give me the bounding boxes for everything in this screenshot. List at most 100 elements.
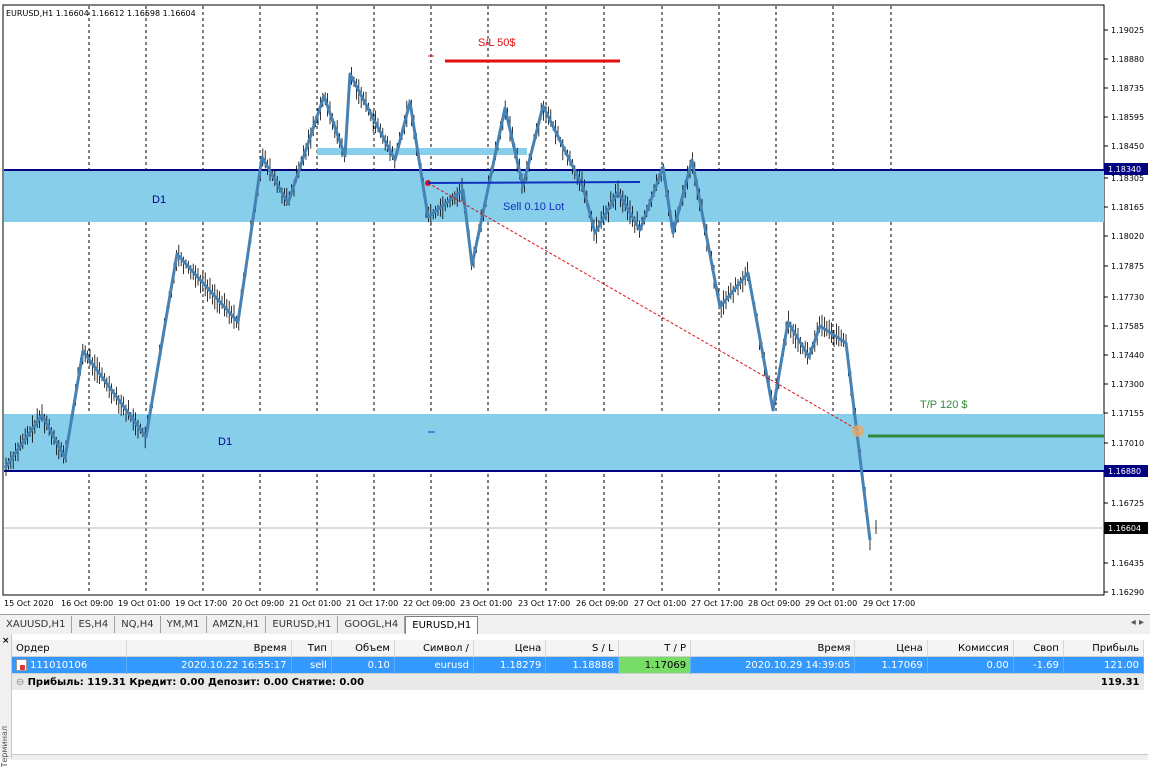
zone-lower-label: D1: [218, 436, 232, 448]
price-tick-label: 1.18880: [1111, 55, 1144, 64]
profit: 121.00: [1063, 656, 1145, 674]
time-tick-label: 19 Oct 17:00: [175, 599, 227, 608]
marker-lower: 1.16880: [1108, 467, 1141, 476]
column-header[interactable]: Время: [690, 640, 856, 657]
column-header[interactable]: Цена: [854, 640, 928, 657]
tab-googl-h4[interactable]: GOOGL,H4: [338, 616, 406, 633]
time-tick-label: 27 Oct 17:00: [691, 599, 743, 608]
order-sl: 1.18888: [545, 656, 619, 674]
column-header[interactable]: Символ /: [394, 640, 474, 657]
chart-header: EURUSD,H1 1.16604 1.16612 1.16598 1.1660…: [6, 9, 196, 18]
terminal-side-label: Терминал: [0, 726, 9, 767]
column-header[interactable]: T / P: [618, 640, 692, 657]
tab-xauusd-h1[interactable]: XAUUSD,H1: [0, 616, 73, 633]
orders-header: Ордер Время Тип Объем Символ / Цена S / LT / P…: [12, 640, 1145, 657]
price-tick-label: 1.18595: [1111, 113, 1144, 122]
column-header[interactable]: S / L: [545, 640, 619, 657]
time-tick-label: 29 Oct 17:00: [863, 599, 915, 608]
column-header[interactable]: Своп: [1013, 640, 1064, 657]
open-time: 2020.10.22 16:55:17: [126, 656, 292, 674]
price-tick-label: 1.18165: [1111, 203, 1144, 212]
price-tick-label: 1.18450: [1111, 142, 1144, 151]
tab-ym-m1[interactable]: YM,M1: [161, 616, 207, 633]
sl-label: S/L 50$: [478, 37, 516, 49]
time-tick-label: 26 Oct 09:00: [576, 599, 628, 608]
time-tick-label: 23 Oct 01:00: [460, 599, 512, 608]
zone-lower: [4, 414, 1104, 470]
time-tick-label: 23 Oct 17:00: [518, 599, 570, 608]
order-id: 111010106: [30, 660, 88, 671]
tab-nq-h4[interactable]: NQ,H4: [115, 616, 161, 633]
tab-eurusd-h1[interactable]: EURUSD,H1: [266, 616, 339, 633]
price-tick-label: 1.17300: [1111, 380, 1144, 389]
terminal-sidebar: × Терминал: [0, 634, 12, 767]
tab-eurusd-h1[interactable]: EURUSD,H1: [405, 615, 479, 635]
order-id-cell[interactable]: 111010106: [12, 656, 128, 674]
tab-amzn-h1[interactable]: AMZN,H1: [207, 616, 267, 633]
time-tick-label: 20 Oct 09:00: [232, 599, 284, 608]
price-tick-label: 1.16290: [1111, 588, 1144, 597]
summary-row: ⊖ Прибыль: 119.31 Кредит: 0.00 Депозит: …: [12, 673, 1144, 690]
time-tick-label: 28 Oct 09:00: [748, 599, 800, 608]
column-header[interactable]: Ордер: [12, 640, 128, 657]
column-header[interactable]: Объем: [331, 640, 395, 657]
summary-icon: ⊖: [16, 676, 28, 688]
column-header[interactable]: Время: [126, 640, 292, 657]
tp-label: T/P 120 $: [920, 399, 968, 411]
exit-marker: [852, 425, 864, 437]
price-tick-label: 1.17155: [1111, 409, 1144, 418]
price-chart[interactable]: S/L 50$ Sell 0.10 Lot T/P 120 $ D1 D1 EU…: [0, 0, 1150, 614]
swap: -1.69: [1013, 656, 1064, 674]
price-tick-label: 1.17730: [1111, 293, 1144, 302]
time-tick-label: 15 Oct 2020: [4, 599, 53, 608]
order-type: sell: [291, 656, 332, 674]
time-tick-label: 21 Oct 17:00: [346, 599, 398, 608]
price-tick-label: 1.19025: [1111, 26, 1144, 35]
zone-upper-label: D1: [152, 194, 166, 206]
sell-line[interactable]: [427, 181, 641, 184]
order-price: 1.18279: [473, 656, 547, 674]
table-row[interactable]: 111010106 2020.10.22 16:55:17 sell 0.10 …: [12, 656, 1145, 674]
column-header[interactable]: Цена: [473, 640, 547, 657]
close-time: 2020.10.29 14:39:05: [690, 656, 856, 674]
price-tick-label: 1.16725: [1111, 499, 1144, 508]
price-tick-label: 1.18020: [1111, 232, 1144, 241]
price-tick-label: 1.18305: [1111, 174, 1144, 183]
price-tick-label: 1.18735: [1111, 84, 1144, 93]
marker-upper: 1.18340: [1108, 165, 1141, 174]
order-volume: 0.10: [331, 656, 395, 674]
time-tick-label: 16 Oct 09:00: [61, 599, 113, 608]
time-tick-label: 22 Oct 09:00: [403, 599, 455, 608]
time-tick-label: 19 Oct 01:00: [118, 599, 170, 608]
time-tick-label: 29 Oct 01:00: [805, 599, 857, 608]
tab-es-h4[interactable]: ES,H4: [72, 616, 116, 633]
summary-total: 119.31: [1063, 673, 1144, 690]
time-axis: 15 Oct 2020 16 Oct 09:00 19 Oct 01:00 19 Oc…: [4, 599, 915, 608]
price-tick-label: 1.17440: [1111, 351, 1144, 360]
price-tick-label: 1.17875: [1111, 262, 1144, 271]
order-icon: [16, 659, 27, 671]
price-tick-label: 1.16435: [1111, 559, 1144, 568]
summary-label: Прибыль: 119.31 Кредит: 0.00 Депозит: 0.…: [27, 676, 365, 688]
summary-text: ⊖ Прибыль: 119.31 Кредит: 0.00 Депозит: …: [12, 673, 1064, 690]
chart-tabs: XAUUSD,H1 ES,H4 NQ,H4 YM,M1 AMZN,H1 EURUSD,H1…: [0, 614, 1150, 635]
order-tp: 1.17069: [618, 656, 692, 674]
sell-label: Sell 0.10 Lot: [503, 201, 564, 213]
orders-table: Ордер Время Тип Объем Символ / Цена S / LT / P…: [12, 640, 1145, 690]
order-symbol: eurusd: [394, 656, 474, 674]
zone-upper: [4, 170, 1104, 222]
time-tick-label: 21 Oct 01:00: [289, 599, 341, 608]
column-header[interactable]: Комиссия: [927, 640, 1014, 657]
close-icon[interactable]: ×: [2, 636, 10, 646]
column-header[interactable]: Тип: [291, 640, 332, 657]
column-header[interactable]: Прибыль: [1063, 640, 1145, 657]
close-price: 1.17069: [854, 656, 928, 674]
terminal-panel: × Терминал Ордер Время Тип Объем Символ / Цен…: [0, 634, 1150, 767]
terminal-tabs-strip: [12, 754, 1148, 760]
tab-scroll-arrows-icon[interactable]: ◂ ▸: [1131, 617, 1144, 628]
time-tick-label: 27 Oct 01:00: [634, 599, 686, 608]
marker-current: 1.16604: [1108, 524, 1141, 533]
price-tick-label: 1.17010: [1111, 439, 1144, 448]
price-tick-label: 1.17585: [1111, 322, 1144, 331]
commission: 0.00: [927, 656, 1014, 674]
